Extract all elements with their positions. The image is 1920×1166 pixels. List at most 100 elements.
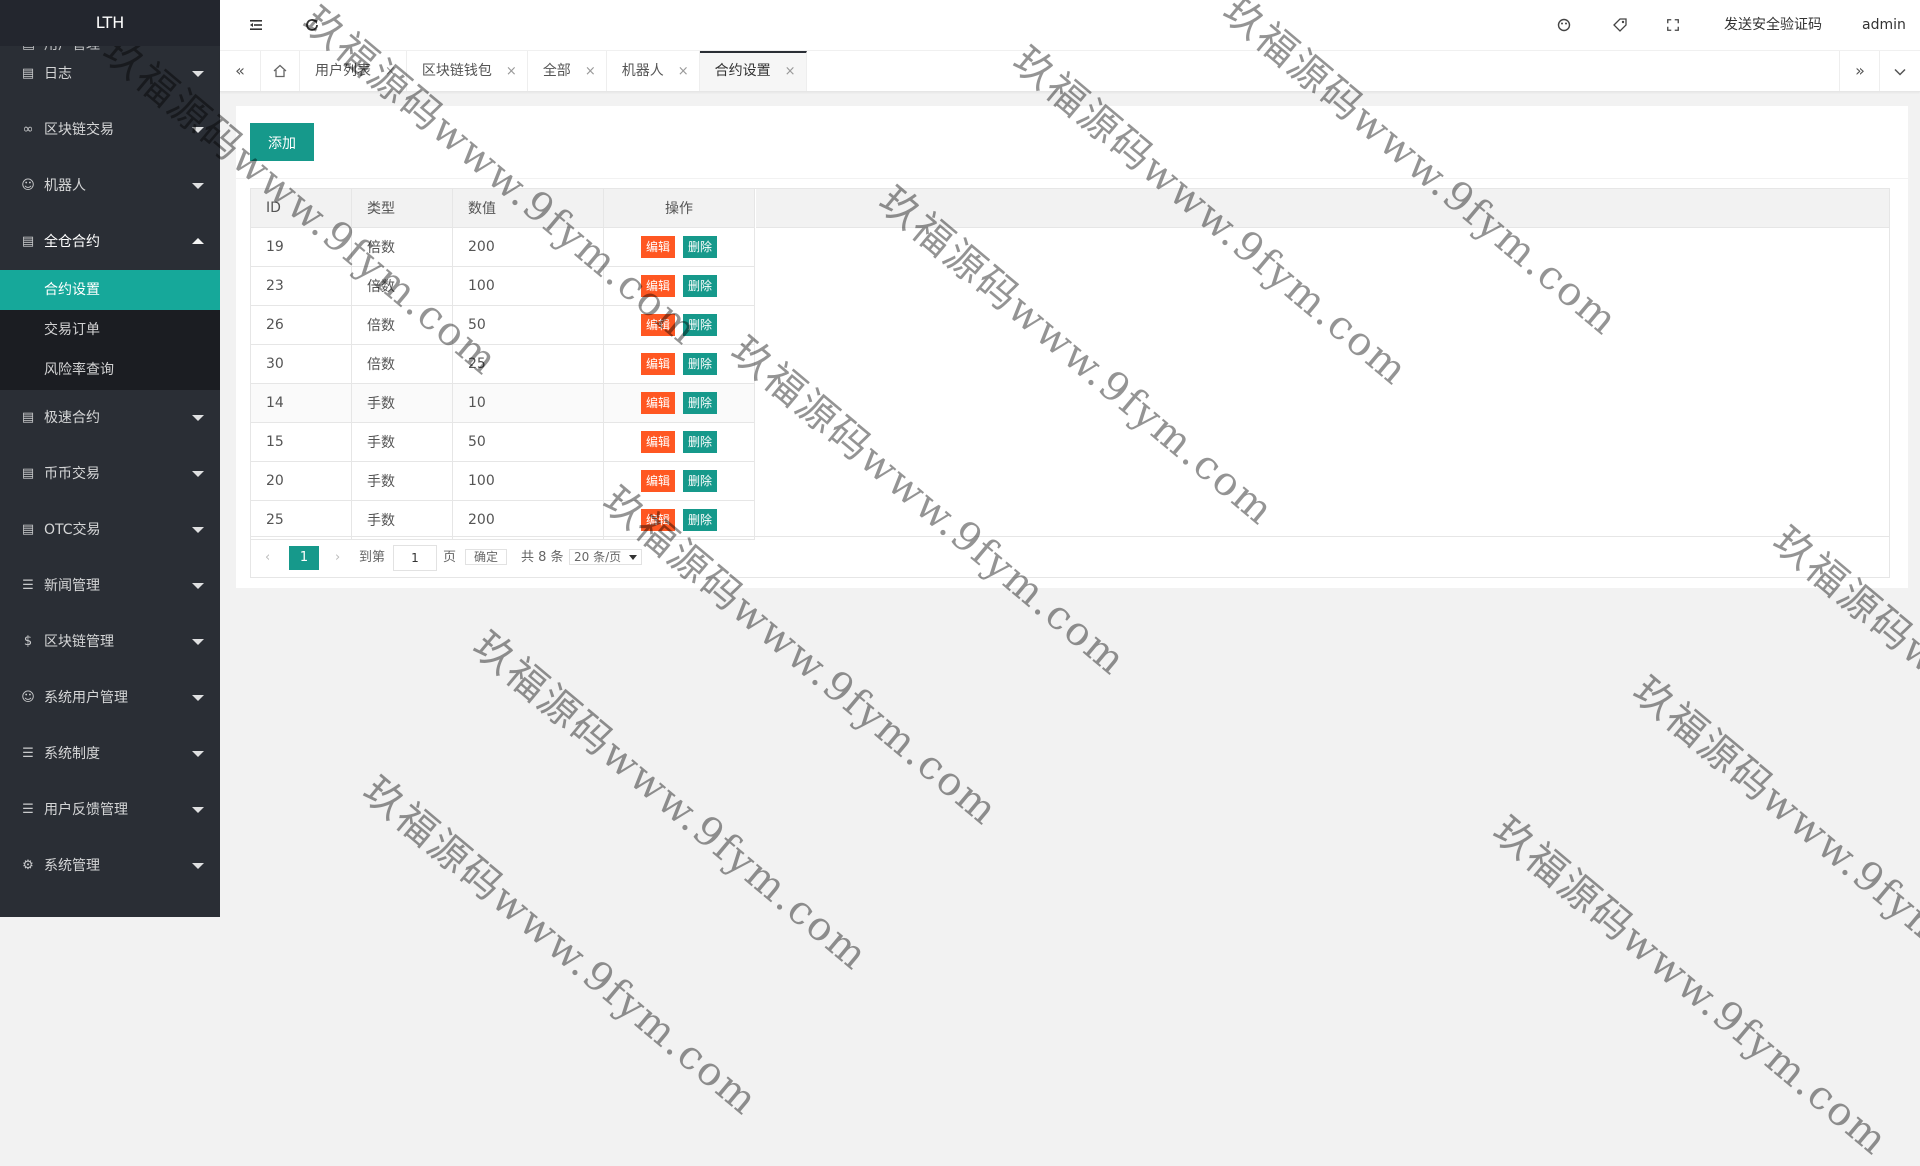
- cell-id: 30: [251, 344, 352, 384]
- cell-type: 手数: [351, 422, 453, 462]
- delete-button[interactable]: 删除: [683, 431, 718, 453]
- table-row: 20 手数 100 编辑 删除: [251, 461, 755, 501]
- sidebar-item-5[interactable]: ▤ 币币交易: [0, 446, 220, 502]
- tab-label: 区块链钱包: [421, 63, 492, 79]
- tab-3[interactable]: 机器人 ×: [607, 51, 700, 91]
- tab-2[interactable]: 全部 ×: [528, 51, 607, 91]
- sidebar-item-11[interactable]: ☰ 用户反馈管理: [0, 782, 220, 838]
- cell-actions: 编辑 删除: [603, 344, 755, 384]
- table-row: 26 倍数 50 编辑 删除: [251, 305, 755, 345]
- delete-button[interactable]: 删除: [683, 509, 718, 531]
- sidebar-item-12[interactable]: ⚙ 系统管理: [0, 838, 220, 894]
- sidebar-subitem-1[interactable]: 交易订单: [0, 310, 220, 350]
- contract-settings-table: ID 类型 数值 操作 19 倍数 200 编辑 删除 23 倍数 100 编辑 删除 26 倍数 50…: [251, 189, 755, 540]
- data-table: ID 类型 数值 操作 19 倍数 200 编辑 删除 23 倍数 100 编辑 删除 26 倍数 50…: [250, 188, 1890, 578]
- cell-actions: 编辑 删除: [603, 500, 755, 540]
- cell-type: 手数: [351, 383, 453, 423]
- sidebar-item-label: 机器人: [44, 178, 86, 194]
- column-header-value[interactable]: 数值: [452, 189, 604, 228]
- link-icon: ∞: [22, 122, 34, 137]
- tabs: 用户列表 × 区块链钱包 × 全部 × 机器人 × 合约设置 ×: [260, 51, 807, 91]
- delete-button[interactable]: 删除: [683, 470, 718, 492]
- chevron-down-icon: [192, 695, 204, 701]
- cell-value: 10: [452, 383, 604, 423]
- doc-icon: ▤: [21, 466, 35, 481]
- tab-0[interactable]: 用户列表 ×: [300, 51, 407, 91]
- tab-bar: « 用户列表 × 区块链钱包 × 全部 × 机器人 × 合约设置 × »: [220, 51, 1920, 92]
- edit-button[interactable]: 编辑: [640, 236, 675, 258]
- per-page-select[interactable]: 20 条/页: [569, 549, 642, 565]
- tab-home[interactable]: [260, 51, 300, 91]
- page-next-icon[interactable]: ›: [335, 546, 340, 570]
- close-icon[interactable]: ×: [785, 54, 796, 90]
- menu-fold-icon[interactable]: [248, 0, 264, 50]
- delete-button[interactable]: 删除: [683, 314, 718, 336]
- tab-next-icon[interactable]: »: [1839, 51, 1880, 91]
- close-icon[interactable]: ×: [585, 52, 596, 92]
- chevron-down-icon: [192, 807, 204, 813]
- tag-icon[interactable]: [1612, 0, 1628, 50]
- tab-label: 机器人: [621, 63, 664, 79]
- table-row: 15 手数 50 编辑 删除: [251, 422, 755, 462]
- fullscreen-icon[interactable]: [1666, 0, 1680, 50]
- tab-4[interactable]: 合约设置 ×: [699, 51, 807, 91]
- cell-type: 倍数: [351, 344, 453, 384]
- page-prev-icon[interactable]: ‹: [265, 546, 270, 570]
- page-confirm-button[interactable]: 确定: [465, 549, 508, 565]
- delete-button[interactable]: 删除: [683, 275, 718, 297]
- page-number-current[interactable]: 1: [289, 546, 319, 570]
- page-input[interactable]: [393, 545, 437, 571]
- watermark-text: 玖福源码www.9fym.com: [1484, 807, 1898, 1165]
- edit-button[interactable]: 编辑: [640, 353, 675, 375]
- edit-button[interactable]: 编辑: [640, 275, 675, 297]
- sidebar-item-10[interactable]: ☰ 系统制度: [0, 726, 220, 782]
- close-icon[interactable]: ×: [506, 52, 517, 92]
- table-row: 23 倍数 100 编辑 删除: [251, 266, 755, 306]
- edit-button[interactable]: 编辑: [640, 314, 675, 336]
- cell-type: 倍数: [351, 305, 453, 345]
- delete-button[interactable]: 删除: [683, 353, 718, 375]
- table-row: 19 倍数 200 编辑 删除: [251, 227, 755, 267]
- table-row: 25 手数 200 编辑 删除: [251, 500, 755, 540]
- refresh-icon[interactable]: [304, 0, 320, 50]
- edit-button[interactable]: 编辑: [640, 509, 675, 531]
- edit-button[interactable]: 编辑: [640, 431, 675, 453]
- delete-button[interactable]: 删除: [683, 392, 718, 414]
- send-code-button[interactable]: 发送安全验证码: [1724, 0, 1822, 50]
- close-icon[interactable]: ×: [385, 52, 396, 92]
- cell-id: 14: [251, 383, 352, 423]
- cell-actions: 编辑 删除: [603, 461, 755, 501]
- chevron-down-icon: [628, 555, 637, 560]
- sidebar-item-label: 用户反馈管理: [44, 802, 128, 818]
- add-button[interactable]: 添加: [250, 123, 314, 161]
- tab-prev-icon[interactable]: «: [220, 51, 261, 91]
- table-header-filler: [756, 189, 1889, 228]
- close-icon[interactable]: ×: [678, 52, 689, 92]
- sidebar-submenu: 合约设置 交易订单 风险率查询: [0, 270, 220, 390]
- sidebar-item-1[interactable]: ∞ 区块链交易: [0, 102, 220, 158]
- chevron-down-icon: [192, 415, 204, 421]
- table-header-row: ID 类型 数值 操作: [251, 189, 755, 228]
- column-header-id[interactable]: ID: [251, 189, 352, 228]
- sidebar-subitem-0[interactable]: 合约设置: [0, 270, 220, 310]
- user-menu[interactable]: admin: [1862, 0, 1920, 78]
- sidebar-item-9[interactable]: ☺ 系统用户管理: [0, 670, 220, 726]
- column-header-type[interactable]: 类型: [351, 189, 453, 228]
- theme-icon[interactable]: [1556, 0, 1572, 50]
- sidebar-item-4[interactable]: ▤ 极速合约: [0, 390, 220, 446]
- edit-button[interactable]: 编辑: [640, 470, 675, 492]
- cell-id: 26: [251, 305, 352, 345]
- sidebar-item-2[interactable]: ☺ 机器人: [0, 158, 220, 214]
- sidebar-item-6[interactable]: ▤ OTC交易: [0, 502, 220, 558]
- sidebar-item-8[interactable]: $ 区块链管理: [0, 614, 220, 670]
- tab-1[interactable]: 区块链钱包 ×: [407, 51, 528, 91]
- chevron-down-icon: [192, 527, 204, 533]
- sidebar-item-label: 系统管理: [44, 858, 100, 874]
- sidebar-item-3[interactable]: ▤ 全仓合约: [0, 214, 220, 270]
- tab-label: 全部: [542, 63, 571, 79]
- edit-button[interactable]: 编辑: [640, 392, 675, 414]
- delete-button[interactable]: 删除: [683, 236, 718, 258]
- sidebar-subitem-2[interactable]: 风险率查询: [0, 350, 220, 390]
- sidebar-item-7[interactable]: ☰ 新闻管理: [0, 558, 220, 614]
- tab-dropdown-icon[interactable]: [1879, 51, 1920, 91]
